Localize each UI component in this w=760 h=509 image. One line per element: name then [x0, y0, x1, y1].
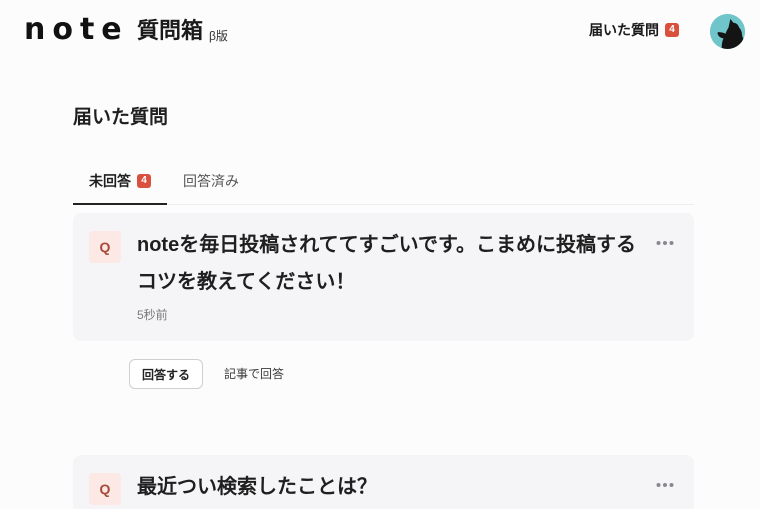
question-text: 最近つい検索したことは？ [137, 476, 377, 498]
tab-answered-label: 回答済み [183, 173, 239, 189]
received-questions-label: 届いた質問 [589, 22, 659, 38]
question-actions: 回答する 記事で回答 [129, 359, 284, 389]
question-tabs: 未回答 4 回答済み [73, 159, 694, 205]
user-avatar[interactable] [710, 14, 745, 49]
question-badge: Q [89, 473, 121, 505]
question-text: noteを毎日投稿されててすごいです。こまめに投稿するコツを教えてください！ [137, 234, 637, 293]
more-horizontal-icon [656, 483, 674, 487]
service-title[interactable]: 質問箱 [137, 19, 203, 43]
top-header: note 質問箱 β版 届いた質問 4 [0, 0, 760, 62]
answer-button[interactable]: 回答する [129, 359, 203, 389]
question-timestamp: 5秒前 [137, 308, 168, 322]
unanswered-count-badge: 4 [137, 174, 151, 188]
received-count-badge: 4 [665, 23, 679, 37]
answer-with-article-link[interactable]: 記事で回答 [224, 366, 284, 382]
more-options-button[interactable] [656, 481, 674, 489]
more-options-button[interactable] [656, 239, 674, 247]
more-horizontal-icon [656, 241, 674, 245]
tab-answered[interactable]: 回答済み [167, 159, 255, 205]
question-badge: Q [89, 231, 121, 263]
beta-label: β版 [209, 29, 228, 43]
dog-avatar-icon [710, 14, 745, 49]
received-questions-link[interactable]: 届いた質問 4 [589, 21, 679, 39]
tab-unanswered-label: 未回答 [89, 173, 131, 189]
question-card[interactable]: Q 最近つい検索したことは？ [73, 455, 694, 509]
page-title: 届いた質問 [73, 107, 169, 128]
question-card[interactable]: Q noteを毎日投稿されててすごいです。こまめに投稿するコツを教えてください！… [73, 213, 694, 341]
tab-unanswered[interactable]: 未回答 4 [73, 159, 167, 205]
note-logo[interactable]: note [24, 15, 129, 45]
